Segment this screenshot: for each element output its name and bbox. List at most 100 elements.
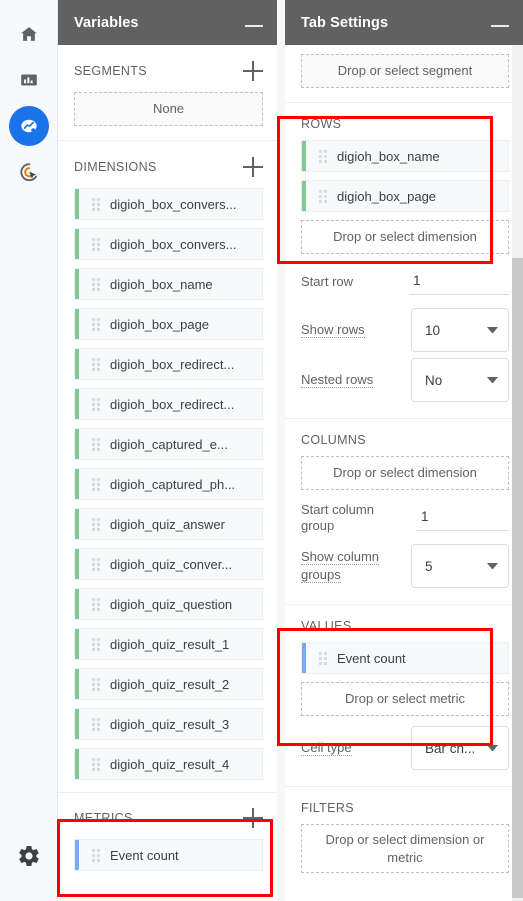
nested-rows-value: No — [425, 372, 443, 388]
start-column-group-input[interactable]: 1 — [417, 505, 509, 531]
add-metric-icon[interactable] — [243, 808, 263, 828]
show-column-groups-select[interactable]: 5 — [411, 544, 509, 588]
minimize-icon[interactable] — [491, 24, 509, 27]
dimensions-section: DIMENSIONS digioh_box_convers... digioh_… — [58, 141, 277, 792]
chevron-down-icon — [487, 327, 498, 333]
minimize-icon[interactable] — [245, 24, 263, 27]
drag-handle-icon[interactable] — [88, 677, 104, 691]
dimension-label: digioh_box_convers... — [110, 236, 237, 252]
dimension-accent — [75, 749, 79, 779]
values-dropzone[interactable]: Drop or select metric — [301, 682, 509, 716]
segment-dropzone[interactable]: Drop or select segment — [301, 54, 509, 88]
dimension-accent — [75, 189, 79, 219]
rows-title: ROWS — [301, 117, 342, 131]
drag-handle-icon[interactable] — [88, 637, 104, 651]
drag-handle-icon[interactable] — [88, 477, 104, 491]
drag-handle-icon[interactable] — [88, 237, 104, 251]
show-column-groups-value: 5 — [425, 558, 433, 574]
drag-handle-icon[interactable] — [88, 197, 104, 211]
dimension-accent — [75, 469, 79, 499]
tab-settings-scrollbar-thumb[interactable] — [512, 258, 523, 898]
dimension-chip[interactable]: digioh_box_convers... — [74, 188, 263, 220]
dimension-chip[interactable]: digioh_quiz_result_2 — [74, 668, 263, 700]
drag-handle-icon[interactable] — [315, 189, 331, 203]
show-column-groups-setting: Show column groups 5 — [301, 544, 509, 588]
drag-handle-icon[interactable] — [315, 651, 331, 665]
dimension-chip[interactable]: digioh_box_redirect... — [74, 388, 263, 420]
dimension-chip[interactable]: digioh_box_convers... — [74, 228, 263, 260]
gear-icon[interactable] — [12, 839, 46, 873]
dimension-chip[interactable]: digioh_captured_e... — [74, 428, 263, 460]
tab-settings-scrollbar[interactable] — [512, 45, 523, 901]
home-icon[interactable] — [9, 14, 49, 54]
metric-accent — [302, 643, 306, 673]
segment-none-chip[interactable]: None — [74, 92, 263, 126]
dimension-label: digioh_box_redirect... — [110, 396, 235, 412]
dimension-chip[interactable]: digioh_quiz_result_3 — [74, 708, 263, 740]
rows-dropzone[interactable]: Drop or select dimension — [301, 220, 509, 254]
dimension-accent — [75, 309, 79, 339]
dimension-chip[interactable]: digioh_box_redirect... — [74, 348, 263, 380]
drag-handle-icon[interactable] — [315, 149, 331, 163]
show-rows-select[interactable]: 10 — [411, 308, 509, 352]
value-metric-chip[interactable]: Event count — [301, 642, 509, 674]
dimension-chip[interactable]: digioh_captured_ph... — [74, 468, 263, 500]
filters-section: FILTERS Drop or select dimension or metr… — [285, 787, 523, 887]
drag-handle-icon[interactable] — [88, 317, 104, 331]
drag-handle-icon[interactable] — [88, 437, 104, 451]
dimension-accent — [75, 629, 79, 659]
variables-panel-body: SEGMENTS None DIMENSIONS digioh_box_conv… — [58, 45, 277, 901]
value-metric-label: Event count — [337, 650, 406, 666]
chevron-down-icon — [487, 563, 498, 569]
drag-handle-icon[interactable] — [88, 397, 104, 411]
nested-rows-select[interactable]: No — [411, 358, 509, 402]
dimension-accent — [75, 549, 79, 579]
metric-chip[interactable]: Event count — [74, 839, 263, 871]
drag-handle-icon[interactable] — [88, 717, 104, 731]
dimension-accent — [75, 269, 79, 299]
columns-dropzone[interactable]: Drop or select dimension — [301, 456, 509, 490]
dimension-label: digioh_captured_ph... — [110, 476, 236, 492]
dimension-chip[interactable]: digioh_box_name — [74, 268, 263, 300]
dimension-label: digioh_quiz_answer — [110, 516, 225, 532]
values-section: VALUES Event count Drop or select metric… — [285, 605, 523, 787]
start-row-input[interactable]: 1 — [409, 269, 509, 295]
dimension-chip[interactable]: digioh_box_page — [74, 308, 263, 340]
row-dimension-chip[interactable]: digioh_box_page — [301, 180, 509, 212]
dimension-chip[interactable]: digioh_quiz_question — [74, 588, 263, 620]
dimension-accent — [302, 141, 306, 171]
drag-handle-icon[interactable] — [88, 517, 104, 531]
drag-handle-icon[interactable] — [88, 557, 104, 571]
row-dimension-chip[interactable]: digioh_box_name — [301, 140, 509, 172]
filters-dropzone[interactable]: Drop or select dimension or metric — [301, 824, 509, 874]
cell-type-setting: Cell type Bar ch... — [301, 726, 509, 770]
drag-handle-icon[interactable] — [88, 357, 104, 371]
drag-handle-icon[interactable] — [88, 757, 104, 771]
metrics-section: METRICS Event count — [58, 792, 277, 893]
show-rows-setting: Show rows 10 — [301, 308, 509, 352]
dimension-chip[interactable]: digioh_quiz_answer — [74, 508, 263, 540]
reports-icon[interactable] — [9, 60, 49, 100]
add-dimension-icon[interactable] — [243, 157, 263, 177]
nested-rows-label-wrap: Nested rows — [301, 371, 411, 389]
tab-settings-panel-title: Tab Settings — [301, 14, 389, 31]
segments-section: SEGMENTS None — [58, 45, 277, 141]
config-panels: Variables SEGMENTS None DIMENSIONS digio… — [58, 0, 523, 901]
dimension-chip[interactable]: digioh_quiz_conver... — [74, 548, 263, 580]
drag-handle-icon[interactable] — [88, 277, 104, 291]
segment-comparisons-section: Drop or select segment — [285, 45, 523, 103]
cell-type-select[interactable]: Bar ch... — [411, 726, 509, 770]
dimension-label: digioh_box_name — [110, 276, 213, 292]
dimension-chip[interactable]: digioh_quiz_result_1 — [74, 628, 263, 660]
explore-icon[interactable] — [8, 106, 49, 146]
dimension-label: digioh_box_redirect... — [110, 356, 235, 372]
dimension-label: digioh_quiz_result_1 — [110, 636, 230, 652]
drag-handle-icon[interactable] — [88, 848, 104, 862]
dimension-chip[interactable]: digioh_quiz_result_4 — [74, 748, 263, 780]
add-segment-icon[interactable] — [243, 61, 263, 81]
drag-handle-icon[interactable] — [88, 597, 104, 611]
cell-type-label-wrap: Cell type — [301, 739, 411, 757]
filters-section-head: FILTERS — [301, 801, 509, 815]
dimension-accent — [75, 389, 79, 419]
advertising-icon[interactable] — [9, 152, 49, 192]
